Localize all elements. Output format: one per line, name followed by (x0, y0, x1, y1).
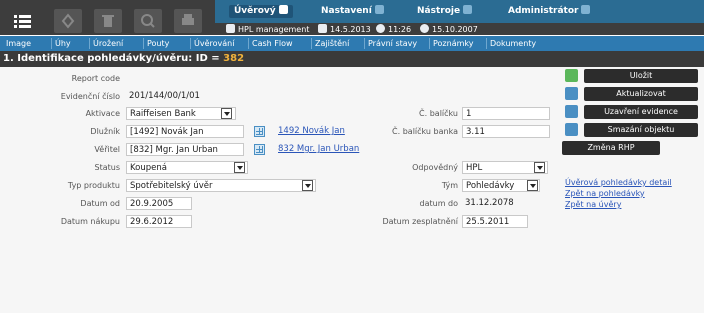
datum-zesplatneni-field[interactable]: 25.5.2011 (462, 215, 528, 228)
tab-cash-flow[interactable]: Cash Flow (248, 36, 293, 51)
tab-poznamky[interactable]: Poznámky (428, 36, 473, 51)
veritel-link[interactable]: 832 Mgr. Jan Urban (278, 143, 359, 156)
c-balicku-banka-field[interactable]: 3.11 (462, 125, 550, 138)
top-bar: Úvěrový Nastavení Nástroje Administrátor… (0, 0, 704, 35)
status-select[interactable]: Koupená (126, 161, 248, 174)
detail-link[interactable]: Úvěrová pohledávky detail (565, 178, 672, 188)
update-button[interactable]: Aktualizovat (584, 87, 698, 101)
clock-icon (376, 24, 385, 33)
back-to-loans-link[interactable]: Zpět na úvěry (565, 200, 621, 210)
aktivace-select[interactable]: Raiffeisen Bank (126, 107, 236, 120)
delete-icon[interactable] (94, 9, 122, 33)
datum-od-label: Datum od (80, 199, 120, 208)
chevron-down-icon (463, 5, 473, 14)
record-id: 382 (223, 53, 245, 64)
close-record-icon[interactable] (565, 105, 578, 118)
chevron-down-icon[interactable] (527, 180, 538, 191)
delete-object-button[interactable]: Smazání objektu (584, 123, 698, 137)
current-time: 11:26 (388, 25, 412, 34)
c-balicku-banka-label: Č. balíčku banka (392, 127, 458, 136)
grid-icon[interactable] (254, 144, 265, 155)
menu-item-nastroje[interactable]: Nástroje (417, 5, 473, 18)
datum-od-field[interactable]: 20.9.2005 (126, 197, 192, 210)
info-bar: HPL management 14.5.2013 11:26 15.10.200… (215, 24, 704, 35)
dluznik-label: Dlužník (90, 127, 120, 136)
form-area: Report code Evidenční číslo 201/144/00/1… (0, 67, 704, 313)
date2-info: 15.10.2007 (420, 24, 478, 35)
menu-item-nastaveni[interactable]: Nastavení (321, 5, 384, 18)
tab-image[interactable]: Image (6, 36, 31, 51)
dluznik-link[interactable]: 1492 Novák Jan (278, 125, 345, 138)
aktivace-label: Aktivace (85, 109, 120, 118)
section-title: 1. Identifikace pohledávky/úvěru: ID = 3… (3, 51, 244, 67)
tab-uhy[interactable]: Úhy (51, 36, 71, 51)
datum-nakupu-field[interactable]: 29.6.2012 (126, 215, 192, 228)
tab-pouty[interactable]: Pouty (142, 36, 169, 51)
chevron-down-icon[interactable] (302, 180, 313, 191)
evidencni-label: Evidenční číslo (60, 92, 120, 101)
section-header: 1. Identifikace pohledávky/úvěru: ID = 3… (0, 51, 704, 67)
list-icon[interactable] (8, 9, 36, 33)
menu-item-administrator[interactable]: Administrátor (508, 5, 591, 18)
print-icon[interactable] (174, 9, 202, 33)
datum-zesplatneni-label: Datum zesplatnění (382, 217, 458, 226)
calendar-icon (318, 24, 327, 33)
datum-nakupu-label: Datum nákupu (60, 217, 120, 226)
other-date: 15.10.2007 (432, 25, 478, 34)
chevron-down-icon (374, 5, 384, 14)
chevron-down-icon[interactable] (534, 162, 545, 173)
odpovedny-label: Odpovědný (412, 163, 458, 172)
chevron-down-icon[interactable] (221, 108, 232, 119)
refresh-icon[interactable] (565, 87, 578, 100)
datum-do-value: 31.12.2078 (465, 198, 514, 208)
refresh-icon[interactable] (54, 9, 82, 33)
report-code-label: Report code (71, 74, 120, 83)
typ-select[interactable]: Spotřebitelský úvěr (126, 179, 316, 192)
save-icon[interactable] (565, 69, 578, 82)
main-menu: Úvěrový Nastavení Nástroje Administrátor (215, 0, 704, 23)
date-info: 14.5.2013 (318, 24, 371, 35)
tab-zajisteni[interactable]: Zajištění (310, 36, 349, 51)
datum-do-label: datum do (419, 199, 459, 208)
veritel-label: Věřitel (94, 145, 120, 154)
section-title-text: 1. Identifikace pohledávky/úvěru: ID = (3, 53, 224, 64)
current-date: 14.5.2013 (330, 25, 371, 34)
dluznik-field[interactable]: [1492] Novák Jan (126, 125, 244, 138)
tab-bar: Image Úhy Úrožení Pouty Úvěrování Cash F… (0, 36, 704, 51)
tym-label: Tým (441, 181, 458, 190)
menu-item-uverovy[interactable]: Úvěrový (229, 5, 293, 18)
typ-label: Typ produktu (67, 181, 120, 190)
user-icon (226, 24, 235, 33)
settings-icon (420, 24, 429, 33)
c-balicku-field[interactable]: 1 (462, 107, 550, 120)
user-name: HPL management (238, 25, 310, 34)
chevron-down-icon[interactable] (234, 162, 245, 173)
c-balicku-label: Č. balíčku (419, 109, 458, 118)
chevron-down-icon (581, 5, 591, 14)
search-icon[interactable] (134, 9, 162, 33)
user-info: HPL management (226, 24, 309, 35)
grid-icon[interactable] (254, 126, 265, 137)
tab-uverovani[interactable]: Úvěrování (189, 36, 234, 51)
change-rhp-button[interactable]: Změna RHP (562, 141, 660, 155)
menu-label: Administrátor (508, 6, 579, 16)
menu-label: Nastavení (321, 6, 372, 16)
menu-label: Úvěrový (234, 6, 276, 16)
tab-urozeni[interactable]: Úrožení (88, 36, 123, 51)
evidencni-value: 201/144/00/1/01 (129, 91, 200, 101)
back-to-receivables-link[interactable]: Zpět na pohledávky (565, 189, 645, 199)
tab-dokumenty[interactable]: Dokumenty (485, 36, 536, 51)
time-info: 11:26 (376, 24, 411, 35)
veritel-field[interactable]: [832] Mgr. Jan Urban (126, 143, 244, 156)
delete-icon[interactable] (565, 123, 578, 136)
close-evidence-button[interactable]: Uzavření evidence (584, 105, 698, 119)
menu-label: Nástroje (417, 6, 461, 16)
chevron-down-icon (278, 5, 288, 14)
status-label: Status (94, 163, 121, 172)
tab-pravni-stavy[interactable]: Právní stavy (363, 36, 417, 51)
save-button[interactable]: Uložit (584, 69, 698, 83)
